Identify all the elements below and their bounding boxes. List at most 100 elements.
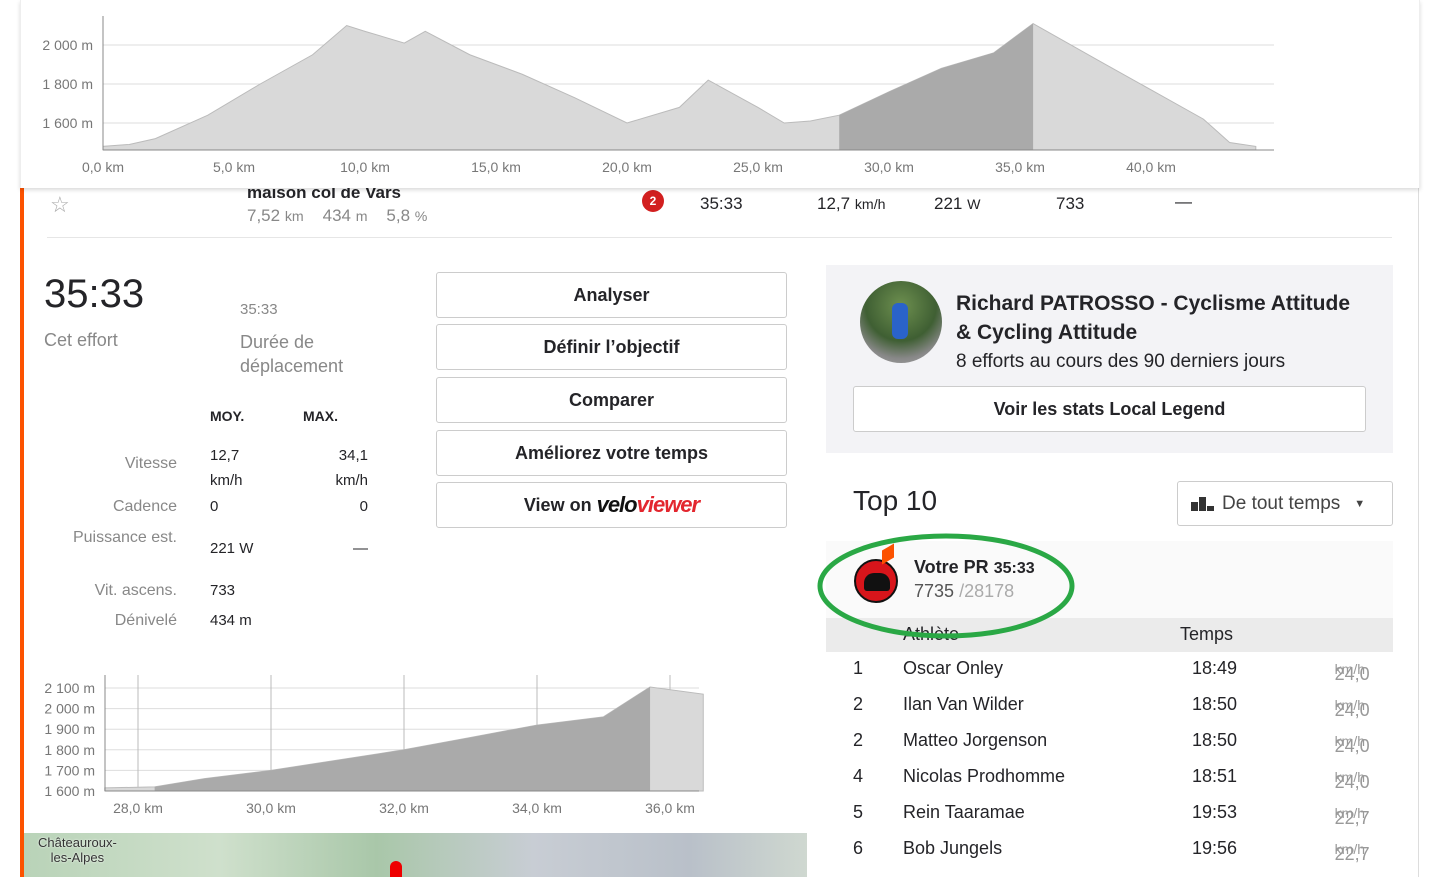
time[interactable]: 19:56 <box>1192 838 1237 859</box>
x-tick-label: 34,0 km <box>512 800 562 816</box>
analyze-button[interactable]: Analyser <box>436 272 787 318</box>
avg-header: MOY. <box>210 408 245 424</box>
time[interactable]: 18:50 <box>1192 730 1237 751</box>
time[interactable]: 18:51 <box>1192 766 1237 787</box>
time[interactable]: 19:53 <box>1192 802 1237 823</box>
stat-label: Vit. ascens. <box>94 582 177 599</box>
elevation-svg[interactable]: 2 000 m 1 800 m 1 600 m 0,0 km 5,0 km 10,0 km… <box>21 0 1421 188</box>
y-tick-label: 1 800 m <box>44 742 95 758</box>
place-line: Châteauroux- <box>38 835 117 850</box>
veloviewer-button[interactable]: View on veloviewer <box>436 482 787 528</box>
athlete-name[interactable]: Bob Jungels <box>903 838 1002 859</box>
logo-part: viewer <box>636 492 700 517</box>
map[interactable]: Châteauroux-les-Alpes <box>24 833 807 877</box>
rank: 5 <box>853 802 864 822</box>
stat-label: Dénivelé <box>114 612 177 629</box>
moving-time-label: Durée de déplacement <box>240 332 344 376</box>
segment-meta: 7,52 km 434 m 5,8 % <box>247 206 427 226</box>
speed: 22,7 km/h <box>1335 838 1370 864</box>
leaderboard-row[interactable]: 2 Matteo Jorgenson 18:50 24,0 km/h <box>826 724 1393 760</box>
leaderboard-row[interactable]: 5 Rein Taaramae 19:53 22,7 km/h <box>826 796 1393 832</box>
power: 221 <box>934 194 963 213</box>
stat-max: — <box>353 540 368 557</box>
unit: km/h <box>854 197 886 213</box>
stat-avg: 733 <box>210 582 236 599</box>
divider <box>1418 188 1419 877</box>
speed-value: 24,0 <box>1334 664 1370 684</box>
y-tick-label: 1 900 m <box>44 721 95 737</box>
improve-time-button[interactable]: Améliorez votre temps <box>436 430 787 476</box>
leaderboard-row[interactable]: 4 Nicolas Prodhomme 18:51 24,0 km/h <box>826 760 1393 796</box>
speed-value: 24,0 <box>1334 772 1370 792</box>
time[interactable]: 18:49 <box>1192 658 1237 679</box>
stat-max: 0 <box>359 498 368 515</box>
y-tick-label: 1 600 m <box>42 115 93 131</box>
veloviewer-logo: veloviewer <box>597 492 701 518</box>
segment-elevation-chart[interactable]: 2 100 m 2 000 m 1 900 m 1 800 m 1 700 m 1 600… <box>24 665 724 825</box>
elevation-area <box>102 22 1257 151</box>
elevation-profile-chart[interactable]: 2 000 m 1 800 m 1 600 m 0,0 km 5,0 km 10,0 km… <box>20 0 1420 188</box>
y-tick-label: 2 000 m <box>44 701 95 717</box>
map-place-label: Châteauroux-les-Alpes <box>38 835 117 865</box>
caret-down-icon: ▼ <box>1354 497 1366 510</box>
x-tick-label: 35,0 km <box>995 159 1045 175</box>
unit: % <box>414 209 428 225</box>
athlete-avatar[interactable] <box>860 281 942 363</box>
unit: km <box>284 209 304 225</box>
time[interactable]: 18:50 <box>1192 694 1237 715</box>
speed: 22,7 km/h <box>1335 802 1370 828</box>
athlete-name[interactable]: Rein Taaramae <box>903 802 1025 823</box>
y-tick-label: 1 700 m <box>44 762 95 778</box>
athlete-name[interactable]: Matteo Jorgenson <box>903 730 1047 751</box>
place-line: les-Alpes <box>50 850 105 865</box>
x-tick-label: 30,0 km <box>864 159 914 175</box>
athlete-name[interactable]: Nicolas Prodhomme <box>903 766 1065 787</box>
x-tick-label: 28,0 km <box>113 800 163 816</box>
speed: 24,0 km/h <box>1335 766 1370 792</box>
leaderboard-row[interactable]: 2 Ilan Van Wilder 18:50 24,0 km/h <box>826 688 1393 724</box>
athlete-name[interactable]: Ilan Van Wilder <box>903 694 1024 715</box>
stat-max: 34,1 km/h <box>335 447 368 489</box>
speed-value: 22,7 <box>1334 808 1370 828</box>
timeframe-dropdown[interactable]: De tout temps ▼ <box>1177 481 1393 526</box>
x-tick-label: 40,0 km <box>1126 159 1176 175</box>
moving-time: 35:33 <box>240 301 278 318</box>
y-tick-label: 2 100 m <box>44 680 95 696</box>
leaderboard-row[interactable]: 1 Oscar Onley 18:49 24,0 km/h <box>826 652 1393 688</box>
speed: 12,7 <box>817 194 851 213</box>
speed: 24,0 km/h <box>1335 730 1370 756</box>
x-tick-label: 30,0 km <box>246 800 296 816</box>
x-tick-label: 20,0 km <box>602 159 652 175</box>
speed-value: 24,0 <box>1334 736 1370 756</box>
stat-label: Cadence <box>112 498 177 515</box>
stat-label: Vitesse <box>124 455 177 472</box>
divider <box>47 237 1392 238</box>
segment-elevation-svg[interactable]: 2 100 m 2 000 m 1 900 m 1 800 m 1 700 m 1 600… <box>24 665 724 825</box>
segment-power: 221 W <box>934 194 980 214</box>
leaderboard-row[interactable]: 6 Bob Jungels 19:56 22,7 km/h <box>826 832 1393 868</box>
segment-vam: 733 <box>1056 194 1085 213</box>
x-tick-label: 25,0 km <box>733 159 783 175</box>
unit: W <box>967 197 981 213</box>
segment-speed: 12,7 km/h <box>817 194 886 214</box>
star-icon[interactable]: ☆ <box>50 192 70 218</box>
rank: 6 <box>853 838 864 858</box>
local-legend-stats-button[interactable]: Voir les stats Local Legend <box>853 386 1366 432</box>
effort-time: 35:33 <box>44 272 145 316</box>
rank: 2 <box>853 694 864 714</box>
legend-efforts: 8 efforts au cours des 90 derniers jours <box>956 351 1286 372</box>
x-tick-label: 15,0 km <box>471 159 521 175</box>
athlete-name[interactable]: Oscar Onley <box>903 658 1003 679</box>
elevation: 434 <box>322 206 351 225</box>
legend-name[interactable]: Richard PATROSSO - Cyclisme Attitude & C… <box>956 289 1366 347</box>
y-tick-label: 1 800 m <box>42 76 93 92</box>
col-time[interactable]: Temps <box>1180 624 1233 645</box>
local-legend-card: Richard PATROSSO - Cyclisme Attitude & C… <box>826 265 1393 453</box>
set-goal-button[interactable]: Définir l’objectif <box>436 324 787 370</box>
stat-avg: 221 W <box>210 540 254 557</box>
rank: 2 <box>853 730 864 750</box>
x-tick-label: 32,0 km <box>379 800 429 816</box>
leaderboard-title: Top 10 <box>853 485 938 516</box>
compare-button[interactable]: Comparer <box>436 377 787 423</box>
speed: 24,0 km/h <box>1335 658 1370 684</box>
